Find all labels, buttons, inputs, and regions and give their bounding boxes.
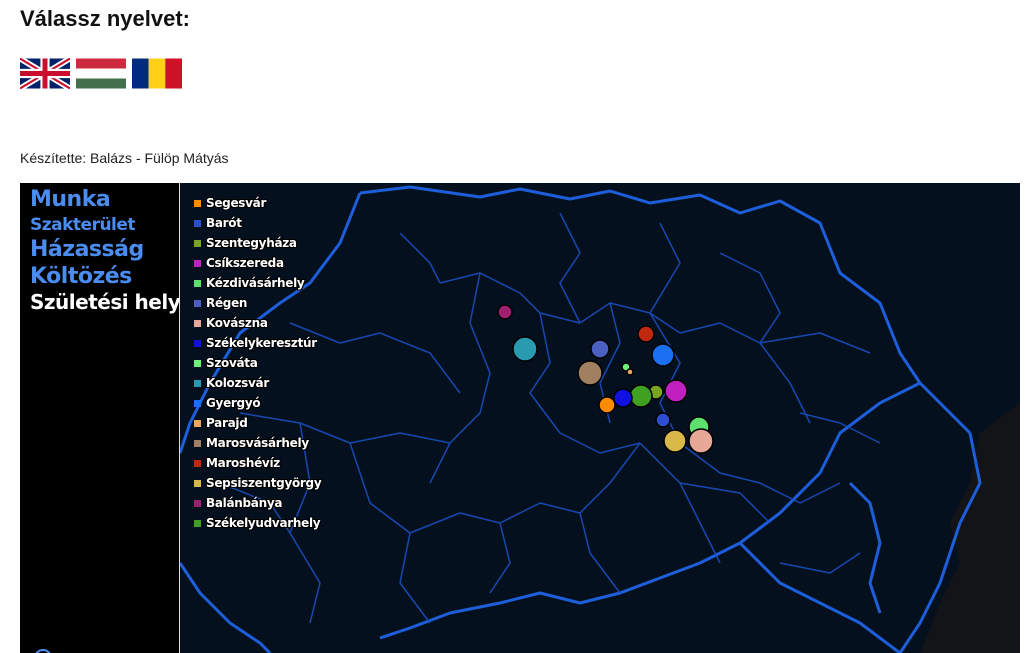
scroll-indicator-icon[interactable]: [34, 649, 52, 653]
nav-hazassag[interactable]: Házasság: [30, 239, 179, 261]
legend-item[interactable]: Marosvásárhely: [194, 433, 321, 453]
legend-label: Sepsiszentgyörgy: [206, 476, 322, 490]
legend-label: Régen: [206, 296, 248, 310]
marker-szekelyudvarhely: [629, 384, 653, 408]
legend-swatch: [194, 239, 201, 247]
marker-regen: [590, 339, 610, 359]
legend-label: Csíkszereda: [206, 256, 284, 270]
nav-szuletesi-hely[interactable]: Születési hely: [30, 292, 181, 312]
legend-item[interactable]: Segesvár: [194, 193, 321, 213]
marker-balanbanya: [497, 304, 513, 320]
legend-label: Szentegyháza: [206, 236, 297, 250]
legend-swatch: [194, 439, 201, 447]
legend-swatch: [194, 279, 201, 287]
legend-label: Székelyudvarhely: [206, 516, 321, 530]
marker-kovaszna: [688, 428, 714, 454]
legend-label: Parajd: [206, 416, 248, 430]
hungary-flag-icon[interactable]: [76, 58, 126, 89]
romania-flag-icon[interactable]: [132, 58, 182, 89]
marker-parajd: [626, 368, 634, 376]
legend-swatch: [194, 379, 201, 387]
legend-label: Székelykeresztúr: [206, 336, 317, 350]
birthplace-markers: [497, 304, 714, 454]
legend-swatch: [194, 419, 201, 427]
uk-flag-icon[interactable]: [20, 58, 70, 89]
marker-segesvar: [598, 396, 616, 414]
marker-csikszereda: [664, 379, 688, 403]
marker-kolozsvar: [512, 336, 538, 362]
legend-label: Maroshévíz: [206, 456, 280, 470]
marker-sepsiszentgyorgy: [663, 429, 687, 453]
legend-label: Segesvár: [206, 196, 267, 210]
legend-swatch: [194, 459, 201, 467]
legend-item[interactable]: Kézdivásárhely: [194, 273, 321, 293]
legend-label: Kolozsvár: [206, 376, 269, 390]
legend-swatch: [194, 399, 201, 407]
legend-item[interactable]: Maroshévíz: [194, 453, 321, 473]
marker-szekelykeresztur: [613, 388, 633, 408]
legend-item[interactable]: Kovászna: [194, 313, 321, 333]
legend-label: Barót: [206, 216, 242, 230]
language-heading: Válassz nyelvet:: [20, 6, 190, 31]
legend-item[interactable]: Gyergyó: [194, 393, 321, 413]
legend-item[interactable]: Sepsiszentgyörgy: [194, 473, 322, 493]
marker-marosvasarhely: [577, 360, 603, 386]
marker-gyergyo: [651, 343, 675, 367]
legend-item[interactable]: Régen: [194, 293, 321, 313]
author-credit: Készítette: Balázs - Fülöp Mátyás: [20, 150, 229, 166]
marker-barot: [655, 412, 671, 428]
nav-munka[interactable]: Munka: [30, 189, 179, 211]
legend-swatch: [194, 479, 201, 487]
language-flags: [20, 58, 182, 89]
legend-item[interactable]: Kolozsvár: [194, 373, 321, 393]
legend-item[interactable]: Szováta: [194, 353, 321, 373]
legend-swatch: [194, 339, 201, 347]
legend-swatch: [194, 499, 201, 507]
legend-item[interactable]: Székelyudvarhely: [194, 513, 321, 533]
legend-swatch: [194, 199, 201, 207]
legend-label: Kézdivásárhely: [206, 276, 305, 290]
legend-swatch: [194, 259, 201, 267]
legend-item[interactable]: Barót: [194, 213, 321, 233]
legend-item[interactable]: Balánbánya: [194, 493, 321, 513]
legend-label: Gyergyó: [206, 396, 261, 410]
legend-swatch: [194, 219, 201, 227]
category-sidebar: Munka Szakterület Házasság Költözés Szül…: [20, 183, 181, 653]
legend-label: Szováta: [206, 356, 258, 370]
marker-maroshéviz: [637, 325, 655, 343]
legend-label: Balánbánya: [206, 496, 283, 510]
legend-swatch: [194, 519, 201, 527]
legend-item[interactable]: Szentegyháza: [194, 233, 321, 253]
legend-swatch: [194, 299, 201, 307]
legend-item[interactable]: Parajd: [194, 413, 321, 433]
legend-swatch: [194, 359, 201, 367]
legend-item[interactable]: Csíkszereda: [194, 253, 321, 273]
nav-koltozes[interactable]: Költözés: [30, 266, 179, 288]
map-legend: Segesvár Barót Szentegyháza Csíkszereda …: [194, 193, 322, 533]
legend-label: Marosvásárhely: [206, 436, 309, 450]
visualization-panel: Munka Szakterület Házasság Költözés Szül…: [20, 183, 1020, 653]
legend-label: Kovászna: [206, 316, 268, 330]
nav-szakterulet[interactable]: Szakterület: [30, 217, 179, 234]
romania-map[interactable]: Segesvár Barót Szentegyháza Csíkszereda …: [180, 183, 1020, 653]
legend-swatch: [194, 319, 201, 327]
legend-item[interactable]: Székelykeresztúr: [194, 333, 321, 353]
